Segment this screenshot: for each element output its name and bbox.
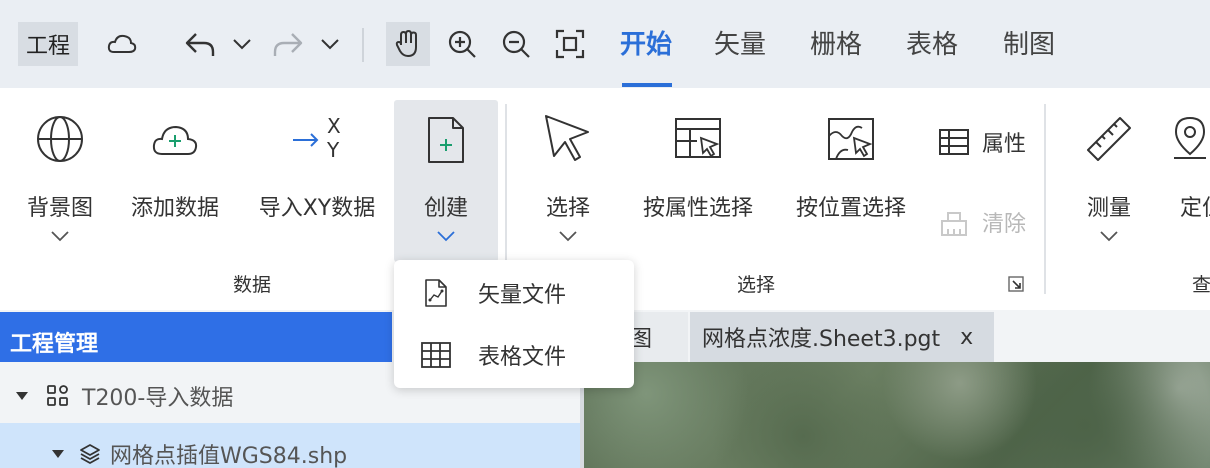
select-by-location-label: 按位置选择 [795,196,906,221]
tree-node-layer[interactable]: 网格点插值WGS84.shp [50,438,347,468]
menu-item-vector-file[interactable]: 矢量文件 [394,262,634,324]
background-map-label: 背景图 [26,196,93,221]
chevron-down-icon [437,231,455,242]
layers-icon [80,444,100,464]
project-button[interactable]: 工程 [18,22,78,66]
clear-selection-button[interactable]: 清除 [938,206,1026,238]
table-icon [939,129,969,155]
data-group-label: 数据 [233,274,272,296]
table-file-icon [421,342,451,368]
tab-raster[interactable]: 栅格 [810,24,862,61]
tree-node-project[interactable]: T200-导入数据 [14,380,233,412]
menu-item-table-file[interactable]: 表格文件 [394,324,634,386]
eraser-icon [941,212,967,236]
cloud-icon[interactable] [100,22,144,66]
add-data-label: 添加数据 [130,196,219,221]
menu-item-label: 表格文件 [478,345,567,370]
chevron-down-icon [559,231,577,242]
tab-start[interactable]: 开始 [620,24,672,61]
clear-label: 清除 [982,212,1027,237]
create-label: 创建 [423,196,468,221]
locate-button[interactable]: 定位 [1170,114,1210,222]
project-panel-header: 工程管理 [0,312,392,362]
menu-item-label: 矢量文件 [478,283,567,308]
attributes-label: 属性 [982,132,1027,157]
full-extent-icon[interactable] [548,22,592,66]
project-panel-title: 工程管理 [10,332,99,357]
create-dropdown-menu: 矢量文件 表格文件 [394,260,634,388]
chevron-down-icon [51,231,69,242]
undo-icon[interactable] [180,22,220,66]
zoom-in-icon[interactable] [440,22,484,66]
location-select-icon [828,118,874,160]
project-label: 工程 [25,34,70,59]
add-data-button[interactable]: 添加数据 [120,114,230,222]
title-toolbar: 工程 开始 矢量 栅格 表格 制图 [0,0,1210,88]
doc-tab-label: 网格点浓度.Sheet3.pgt [702,327,941,352]
tree-node-label: 网格点插值WGS84.shp [110,444,348,468]
project-node-icon [47,385,68,406]
select-by-attribute-label: 按属性选择 [642,196,753,221]
attributes-button[interactable]: 属性 [938,126,1026,158]
select-label: 选择 [545,196,590,221]
import-xy-icon-x: X [327,114,341,138]
group-separator [1044,104,1046,294]
locate-label: 定位 [1180,196,1210,221]
expand-triangle-icon[interactable] [14,390,30,402]
expand-triangle-icon[interactable] [50,448,66,460]
import-xy-icon: X Y [287,114,347,164]
zoom-out-icon[interactable] [494,22,538,66]
ruler-icon [1087,117,1131,161]
background-map-button[interactable]: 背景图 [14,114,106,242]
pan-hand-icon[interactable] [386,22,430,66]
tree-node-label: T200-导入数据 [82,386,234,411]
dialog-launcher-icon[interactable] [1008,276,1024,296]
redo-icon[interactable] [268,22,308,66]
select-by-location-button[interactable]: 按位置选择 [786,116,916,222]
cloud-add-icon [152,125,198,155]
vector-file-icon [425,279,447,307]
toolbar-separator [362,28,364,62]
map-view[interactable] [584,362,1210,468]
select-arrow-icon [545,115,589,161]
import-xy-icon-y: Y [327,138,340,162]
import-xy-data-button[interactable]: X Y 导入XY数据 [250,114,384,222]
attribute-select-icon [675,118,721,158]
query-group-label: 查 [1192,274,1210,296]
select-button[interactable]: 选择 [526,112,610,242]
tab-vector[interactable]: 矢量 [714,24,766,61]
tab-table[interactable]: 表格 [906,24,958,61]
close-tab-button[interactable]: x [960,325,973,350]
redo-dropdown-chevron-icon[interactable] [316,22,344,66]
chevron-down-icon [1100,231,1118,242]
measure-button[interactable]: 测量 [1068,114,1150,242]
doc-tab-sheet[interactable]: 网格点浓度.Sheet3.pgt x [690,312,994,362]
location-pin-icon [1174,116,1206,159]
globe-icon [37,116,83,162]
tab-mapping[interactable]: 制图 [1003,24,1055,61]
measure-label: 测量 [1086,196,1131,221]
new-file-icon [428,117,464,163]
active-tab-indicator [622,83,672,87]
select-group-label: 选择 [737,274,776,296]
create-button[interactable]: 创建 [394,114,498,242]
import-xy-label: 导入XY数据 [258,196,376,221]
undo-dropdown-chevron-icon[interactable] [228,22,256,66]
select-by-attribute-button[interactable]: 按属性选择 [636,116,760,222]
